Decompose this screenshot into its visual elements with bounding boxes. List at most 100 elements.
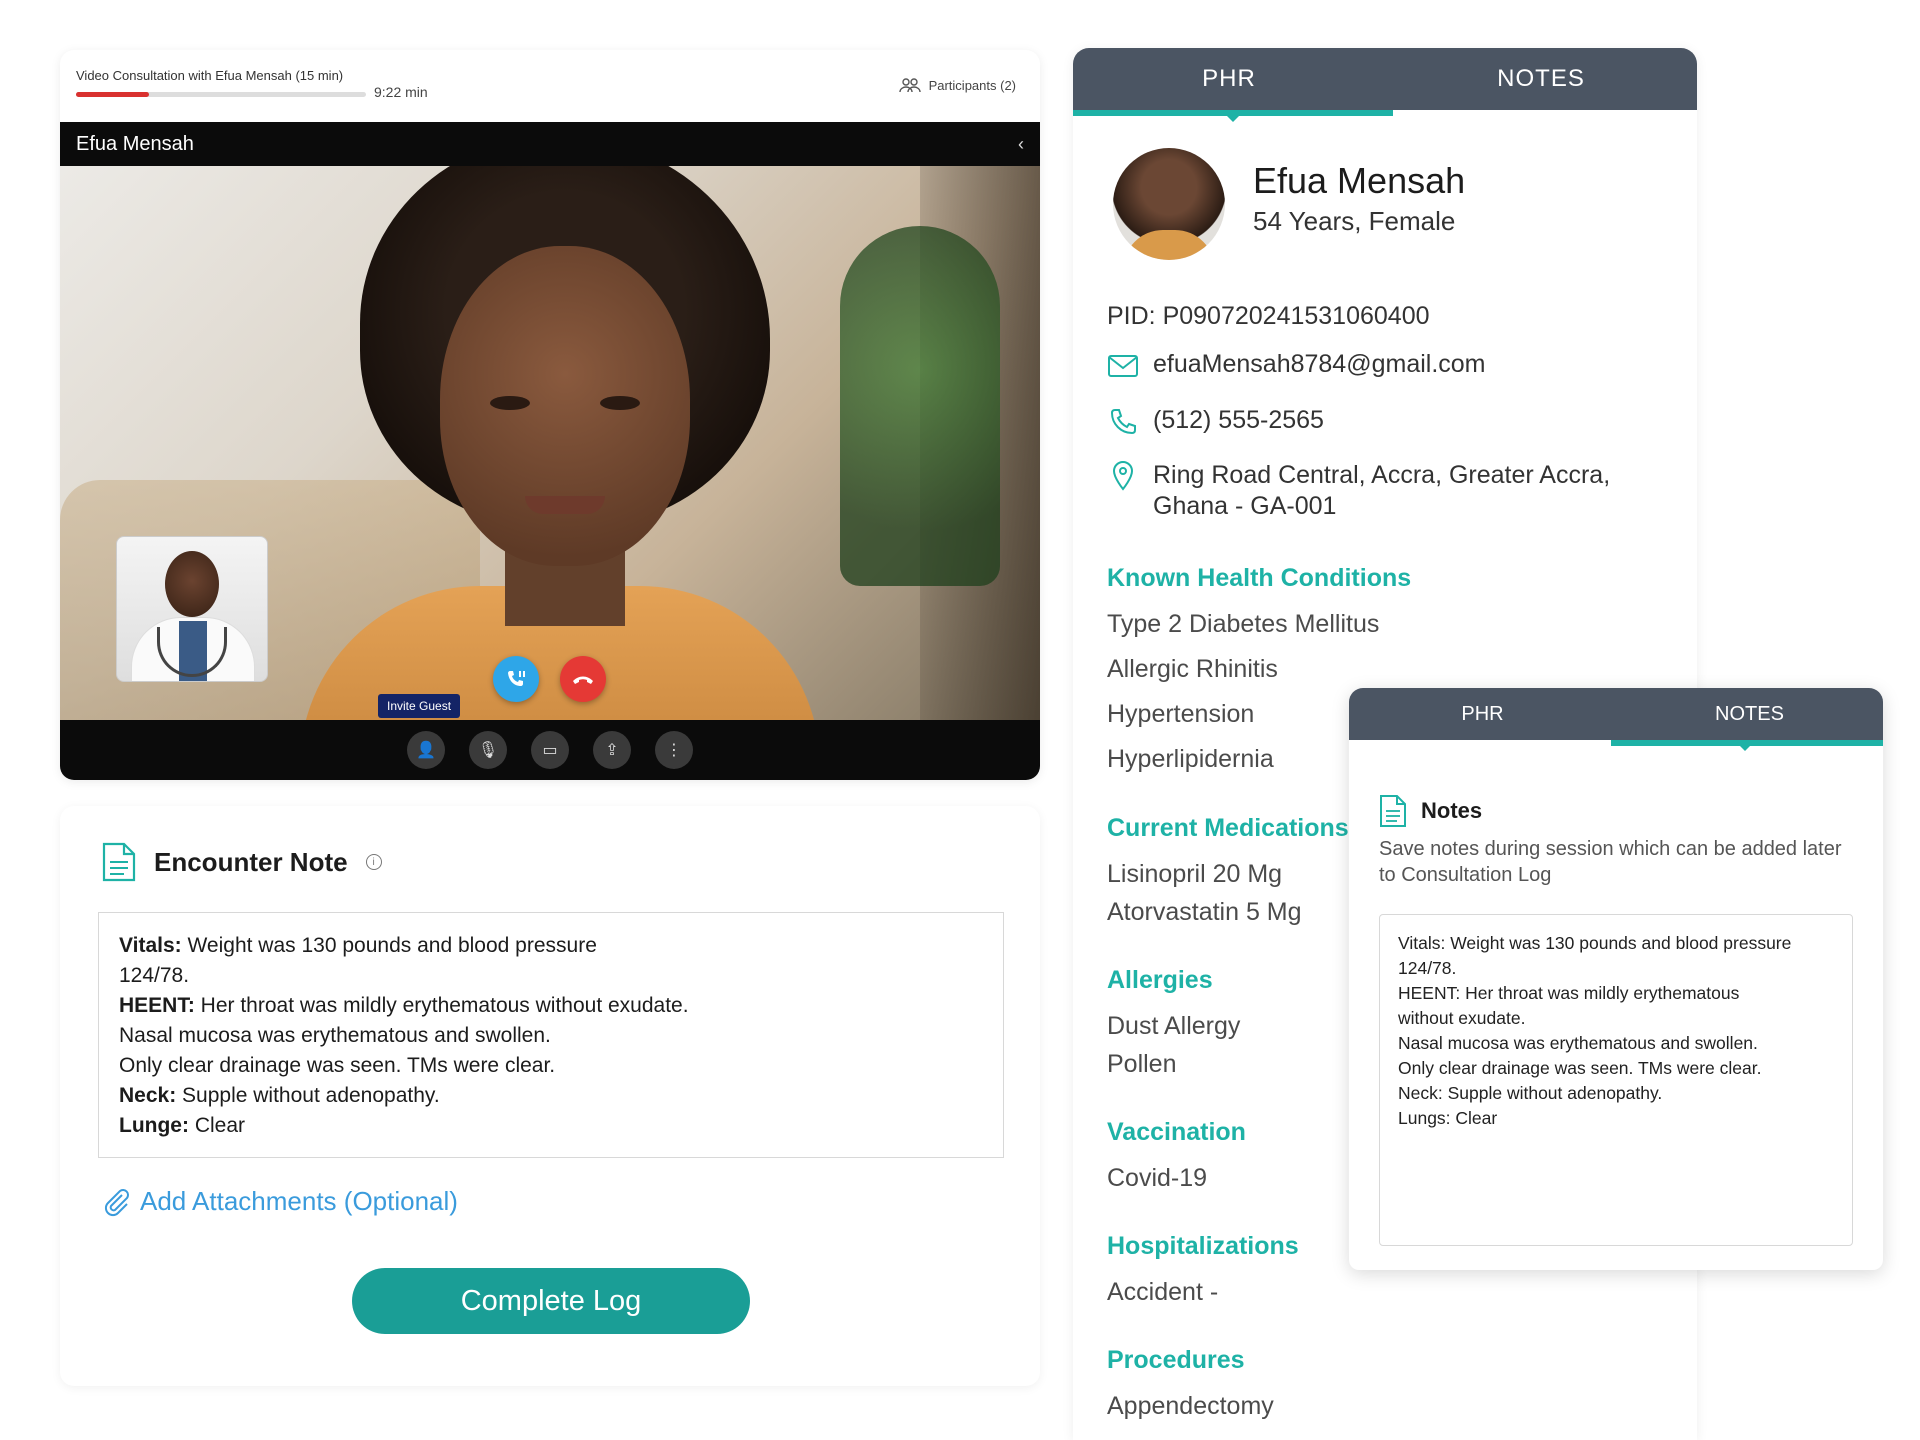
hospitalizations-title: Hospitalizations bbox=[1107, 1232, 1299, 1260]
location-pin-icon bbox=[1107, 460, 1139, 492]
medication-item: Atorvastatin 5 Mg bbox=[1107, 898, 1302, 926]
encounter-note-line-text: Weight was 130 pounds and blood pressure bbox=[181, 934, 597, 957]
condition-item: Hyperlipidernia bbox=[1107, 745, 1274, 773]
invite-guest-button[interactable]: 👤 bbox=[407, 731, 445, 769]
participants-icon bbox=[898, 78, 921, 93]
encounter-note-line-text: Supple without adenopathy. bbox=[176, 1084, 440, 1107]
participants-button[interactable]: Participants (2) bbox=[898, 77, 1016, 93]
collapse-chevron-icon[interactable]: ‹ bbox=[1018, 134, 1024, 155]
phone-pause-icon bbox=[508, 671, 525, 686]
tab-notes[interactable]: NOTES bbox=[1616, 688, 1883, 740]
encounter-note-line-text: Her throat was mildly erythematous witho… bbox=[194, 994, 689, 1017]
encounter-note-line-text: Clear bbox=[188, 1114, 246, 1137]
patient-phone[interactable]: (512) 555-2565 bbox=[1107, 406, 1324, 438]
pid-value: PID: P090720241531060400 bbox=[1107, 302, 1430, 330]
mic-off-icon: 🎙 bbox=[477, 742, 499, 759]
invite-guest-tooltip: Invite Guest bbox=[378, 694, 461, 718]
video-header: Video Consultation with Efua Mensah (15 … bbox=[60, 50, 1040, 122]
tab-notes[interactable]: NOTES bbox=[1385, 48, 1697, 110]
address-value: Ring Road Central, Accra, Greater Accra,… bbox=[1153, 460, 1610, 522]
more-options-button[interactable]: ⋮ bbox=[655, 731, 693, 769]
encounter-note-line-text: Only clear drainage was seen. TMs were c… bbox=[119, 1054, 556, 1077]
tab-phr[interactable]: PHR bbox=[1349, 688, 1616, 740]
encounter-note-title: Encounter Note bbox=[154, 846, 348, 877]
notes-line: HEENT: Her throat was mildly erythematou… bbox=[1398, 983, 1740, 1003]
paperclip-icon bbox=[104, 1188, 129, 1216]
mute-mic-button[interactable]: 🎙 bbox=[469, 731, 507, 769]
hold-call-button[interactable] bbox=[493, 656, 539, 702]
notes-line: Nasal mucosa was erythematous and swolle… bbox=[1398, 1033, 1758, 1053]
encounter-note-card: Encounter Note i Vitals: Weight was 130 … bbox=[60, 806, 1040, 1386]
notes-line: Neck: Supple without adenopathy. bbox=[1398, 1083, 1663, 1103]
active-tab-caret bbox=[1225, 114, 1241, 122]
patient-address: Ring Road Central, Accra, Greater Accra,… bbox=[1107, 460, 1610, 522]
known-conditions-title: Known Health Conditions bbox=[1107, 564, 1412, 592]
encounter-note-line: Vitals: Weight was 130 pounds and blood … bbox=[119, 931, 983, 961]
patient-face bbox=[440, 246, 690, 566]
medication-item: Lisinopril 20 Mg bbox=[1107, 860, 1283, 888]
encounter-note-line-label: Neck: bbox=[119, 1084, 177, 1107]
add-attachments-label: Add Attachments (Optional) bbox=[140, 1186, 458, 1216]
video-stream: Invite Guest bbox=[60, 166, 1040, 720]
document-icon bbox=[1380, 795, 1406, 827]
vaccination-item: Covid-19 bbox=[1107, 1164, 1208, 1192]
medications-title: Current Medications bbox=[1107, 814, 1349, 842]
participants-label: Participants (2) bbox=[928, 77, 1016, 93]
notes-header: Notes bbox=[1379, 794, 1482, 828]
encounter-note-line-label: Lunge: bbox=[119, 1114, 189, 1137]
condition-item: Allergic Rhinitis bbox=[1107, 655, 1278, 683]
encounter-note-line: HEENT: Her throat was mildly erythematou… bbox=[119, 991, 983, 1021]
notes-line: Lungs: Clear bbox=[1398, 1108, 1498, 1128]
encounter-note-line-label: HEENT: bbox=[119, 994, 195, 1017]
allergy-item: Dust Allergy bbox=[1107, 1012, 1241, 1040]
encounter-note-line: Only clear drainage was seen. TMs were c… bbox=[119, 1051, 983, 1081]
hospitalization-item: Accident - bbox=[1107, 1278, 1219, 1306]
phr-tab-bar: PHR NOTES bbox=[1073, 48, 1697, 110]
procedure-item: Appendectomy bbox=[1107, 1392, 1274, 1420]
encounter-note-header: Encounter Note i bbox=[102, 842, 382, 882]
toggle-camera-button[interactable]: ▭ bbox=[531, 731, 569, 769]
info-icon[interactable]: i bbox=[365, 854, 382, 870]
add-attachments-link[interactable]: Add Attachments (Optional) bbox=[102, 1186, 458, 1217]
phone-icon bbox=[1107, 406, 1139, 438]
caller-name: Efua Mensah bbox=[76, 132, 194, 155]
mail-icon bbox=[1107, 350, 1139, 382]
doctor-self-view[interactable] bbox=[116, 536, 268, 682]
procedures-title: Procedures bbox=[1107, 1346, 1245, 1374]
consultation-title: Video Consultation with Efua Mensah (15 … bbox=[76, 68, 344, 83]
notes-line: 124/78. bbox=[1398, 958, 1457, 978]
notes-title: Notes bbox=[1421, 798, 1483, 823]
encounter-note-line: Nasal mucosa was erythematous and swolle… bbox=[119, 1021, 983, 1051]
patient-pid: PID: P090720241531060400 bbox=[1107, 302, 1430, 331]
share-screen-button[interactable]: ⇪ bbox=[593, 731, 631, 769]
encounter-note-textarea[interactable]: Vitals: Weight was 130 pounds and blood … bbox=[98, 912, 1004, 1158]
address-line-1: Ring Road Central, Accra, Greater Accra, bbox=[1153, 461, 1611, 489]
patient-eye-right bbox=[600, 396, 640, 410]
caller-name-bar: Efua Mensah ‹ bbox=[60, 122, 1040, 166]
notes-line: Vitals: Weight was 130 pounds and blood … bbox=[1398, 933, 1792, 953]
encounter-note-line-text: Nasal mucosa was erythematous and swolle… bbox=[119, 1024, 551, 1047]
encounter-note-line-label: Vitals: bbox=[119, 934, 182, 957]
patient-avatar bbox=[1113, 148, 1225, 260]
call-controls-bar: 👤 🎙 ▭ ⇪ ⋮ bbox=[60, 720, 1040, 780]
encounter-note-line: Neck: Supple without adenopathy. bbox=[119, 1081, 983, 1111]
notes-tab-bar: PHR NOTES bbox=[1349, 688, 1883, 740]
notes-textarea[interactable]: Vitals: Weight was 130 pounds and blood … bbox=[1379, 914, 1853, 1246]
patient-video-figure bbox=[300, 166, 820, 720]
patient-age-gender: 54 Years, Female bbox=[1253, 206, 1456, 236]
video-consultation-card: Video Consultation with Efua Mensah (15 … bbox=[60, 50, 1040, 780]
notes-line: Only clear drainage was seen. TMs were c… bbox=[1398, 1058, 1762, 1078]
complete-log-button[interactable]: Complete Log bbox=[352, 1268, 750, 1334]
hang-up-icon bbox=[573, 676, 593, 684]
patient-eye-left bbox=[490, 396, 530, 410]
patient-mouth bbox=[525, 496, 605, 514]
phone-value: (512) 555-2565 bbox=[1153, 406, 1324, 434]
allergies-title: Allergies bbox=[1107, 966, 1213, 994]
user-icon: 👤 bbox=[416, 742, 436, 759]
email-value: efuaMensah8784@gmail.com bbox=[1153, 350, 1486, 378]
patient-email[interactable]: efuaMensah8784@gmail.com bbox=[1107, 350, 1486, 382]
end-call-button[interactable] bbox=[560, 656, 606, 702]
avatar-shirt bbox=[1123, 230, 1215, 260]
address-line-2: Ghana - GA-001 bbox=[1153, 492, 1337, 520]
tab-phr[interactable]: PHR bbox=[1073, 48, 1385, 110]
